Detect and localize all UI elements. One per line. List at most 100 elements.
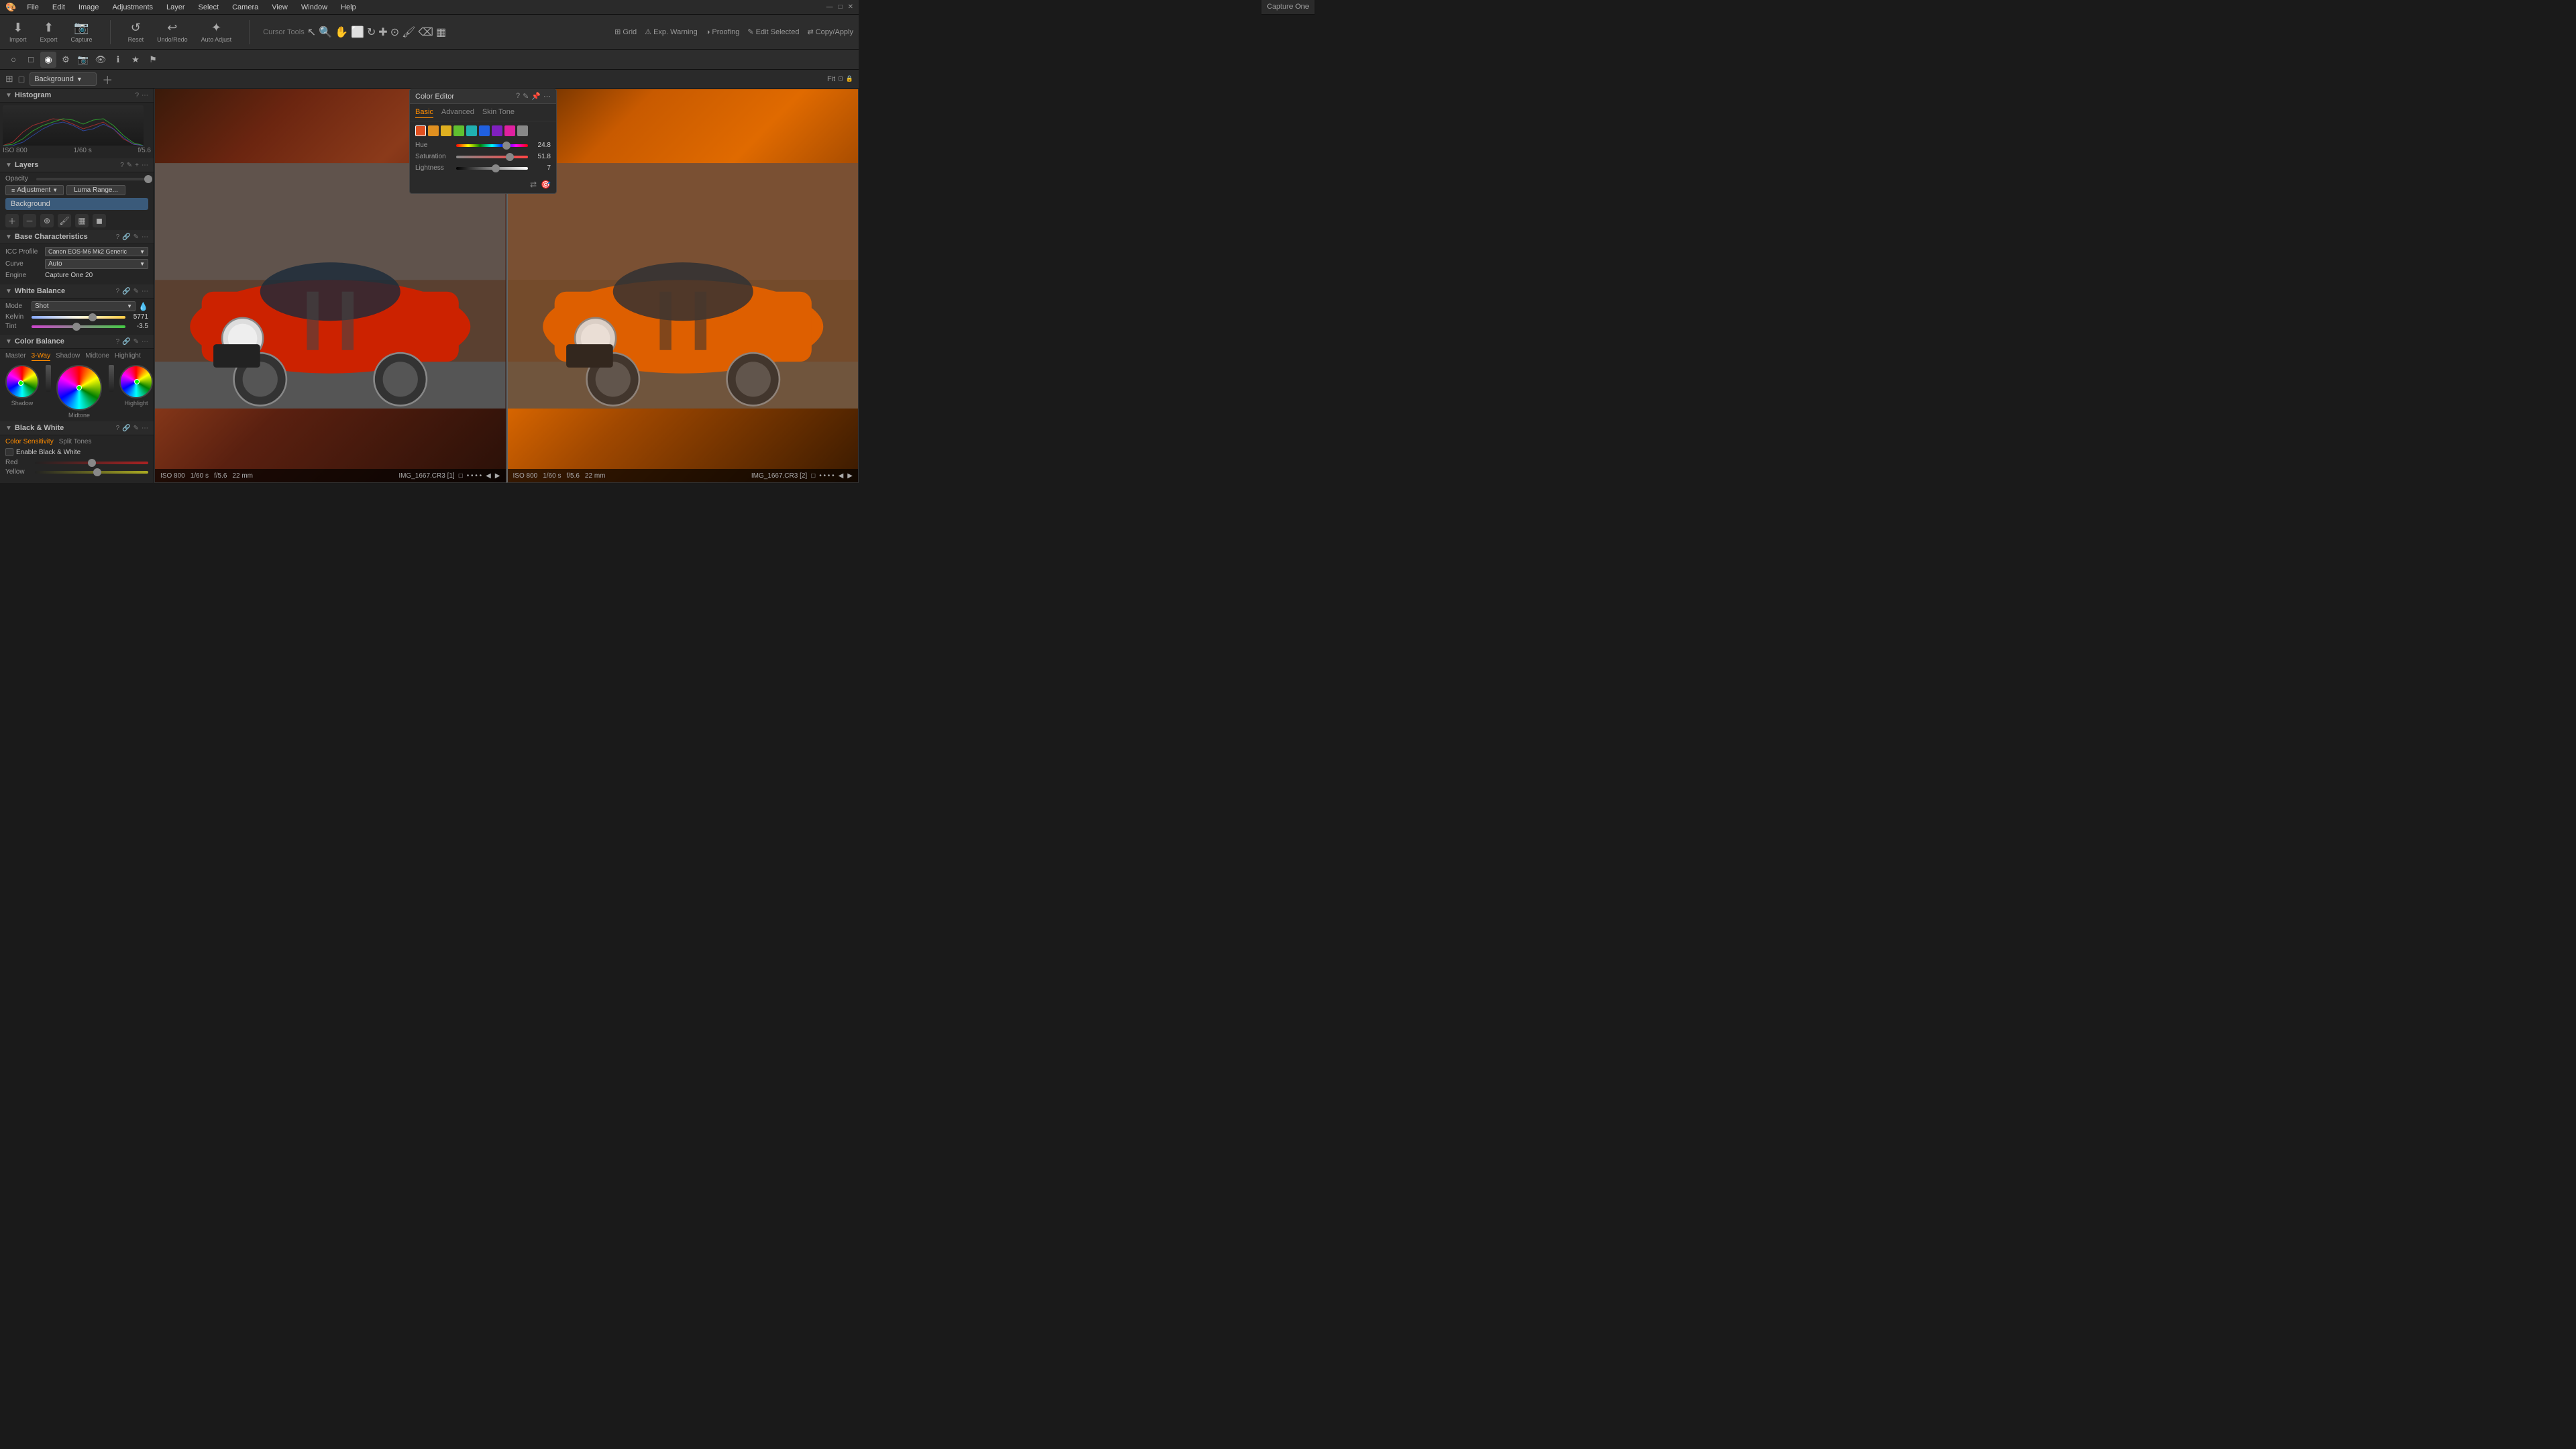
ce-hue-slider[interactable]	[456, 144, 528, 147]
swatch-magenta[interactable]	[504, 125, 515, 136]
cb-help-icon[interactable]: ?	[116, 338, 120, 345]
swatch-purple[interactable]	[492, 125, 502, 136]
color-editor-pencil-icon[interactable]: ✎	[523, 92, 529, 101]
cb-tab-master[interactable]: Master	[5, 352, 26, 361]
menu-file[interactable]: File	[24, 3, 42, 11]
icc-profile-select[interactable]: Canon EOS-M6 Mk2 Generic ▼	[45, 247, 148, 256]
cursor-tool-heal[interactable]: ✚	[378, 25, 387, 39]
wb-edit-icon[interactable]: ✎	[133, 288, 139, 295]
menu-edit[interactable]: Edit	[50, 3, 68, 11]
ce-lightness-thumb[interactable]	[492, 164, 500, 172]
mask-refine-btn[interactable]: ◼	[93, 214, 106, 227]
undo-redo-button[interactable]: ↩ Undo/Redo	[153, 18, 192, 46]
bw-red-thumb[interactable]	[88, 459, 96, 467]
swatch-gray[interactable]	[517, 125, 528, 136]
view-grid-icon[interactable]: ⊞	[5, 73, 13, 85]
bc-section-header[interactable]: ▼ Base Characteristics ? 🔗 ✎ ⋯	[0, 230, 154, 244]
layer-selector[interactable]: Background ▼	[30, 72, 97, 86]
wb-link-icon[interactable]: 🔗	[122, 288, 130, 295]
bw-red-slider[interactable]	[35, 462, 148, 464]
menu-window[interactable]: Window	[299, 3, 330, 11]
cb-menu-icon[interactable]: ⋯	[142, 338, 148, 345]
right-arrow-right[interactable]: ▶	[847, 472, 853, 480]
ce-tab-basic[interactable]: Basic	[415, 107, 433, 118]
menu-help[interactable]: Help	[338, 3, 359, 11]
swatch-blue[interactable]	[479, 125, 490, 136]
bw-section-header[interactable]: ▼ Black & White ? 🔗 ✎ ⋯	[0, 421, 154, 435]
ce-saturation-slider[interactable]	[456, 156, 528, 158]
bw-menu-icon[interactable]: ⋯	[142, 425, 148, 432]
tool-eye[interactable]: 👁	[93, 52, 109, 68]
opacity-slider-thumb[interactable]	[144, 175, 152, 183]
background-layer[interactable]: Background	[5, 198, 148, 210]
wb-kelvin-thumb[interactable]	[89, 313, 97, 321]
ce-saturation-thumb[interactable]	[506, 153, 514, 161]
cb-tab-3way[interactable]: 3-Way	[32, 352, 51, 361]
copy-layer-btn[interactable]: ⊕	[40, 214, 54, 227]
left-arrow-left[interactable]: ◀	[486, 472, 491, 480]
right-checkbox[interactable]: □	[811, 472, 815, 480]
cursor-tool-clone[interactable]: ⊙	[390, 25, 399, 39]
cursor-tool-pointer[interactable]: ↖	[307, 25, 316, 39]
bw-yellow-thumb[interactable]	[93, 468, 101, 476]
left-arrow-right[interactable]: ▶	[495, 472, 500, 480]
tool-active[interactable]: ◉	[40, 52, 56, 68]
menu-adjustments[interactable]: Adjustments	[109, 3, 156, 11]
menu-image[interactable]: Image	[76, 3, 102, 11]
cb-edit-icon[interactable]: ✎	[133, 338, 139, 345]
bw-enable-checkbox[interactable]	[5, 448, 13, 456]
cursor-tool-erase[interactable]: ⌫	[418, 25, 433, 39]
luma-range-button[interactable]: Luma Range...	[66, 185, 125, 195]
wb-tint-thumb[interactable]	[72, 323, 80, 331]
color-editor-header[interactable]: Color Editor ? ✎ 📌 ⋯	[410, 89, 556, 104]
ce-eyedropper-icon[interactable]: 🎯	[541, 180, 551, 189]
proofing-button[interactable]: ◑ Proofing	[706, 28, 740, 36]
histogram-help-icon[interactable]: ?	[135, 92, 139, 99]
edit-selected-button[interactable]: ✎ Edit Selected	[747, 28, 799, 36]
bw-yellow-slider[interactable]	[35, 471, 148, 474]
histogram-section-header[interactable]: ▼ Histogram ? ⋯	[0, 89, 154, 103]
swatch-orange[interactable]	[428, 125, 439, 136]
layers-help-icon[interactable]: ?	[120, 162, 124, 169]
adjustment-button[interactable]: ≡ Adjustment ▼	[5, 185, 64, 195]
right-arrow-left[interactable]: ◀	[839, 472, 844, 480]
menu-view[interactable]: View	[269, 3, 290, 11]
layers-section-header[interactable]: ▼ Layers ? ✎ + ⋯	[0, 158, 154, 172]
bc-help-icon[interactable]: ?	[116, 233, 120, 241]
wb-tint-slider[interactable]	[32, 325, 125, 328]
cb-link-icon[interactable]: 🔗	[122, 338, 130, 345]
histogram-menu-icon[interactable]: ⋯	[142, 92, 148, 99]
cursor-tool-rotate[interactable]: ↻	[367, 25, 376, 39]
ce-tab-skin-tone[interactable]: Skin Tone	[482, 107, 515, 118]
swatch-green[interactable]	[453, 125, 464, 136]
tool-rect[interactable]: □	[23, 52, 39, 68]
tool-flag[interactable]: ⚑	[145, 52, 161, 68]
exp-warning-button[interactable]: ⚠ Exp. Warning	[645, 28, 698, 36]
bw-help-icon[interactable]: ?	[116, 425, 120, 432]
wb-eyedropper[interactable]: 💧	[138, 302, 148, 311]
layers-add-icon[interactable]: +	[135, 162, 139, 169]
cursor-tool-gradient[interactable]: ▦	[436, 25, 446, 39]
bc-menu-icon[interactable]: ⋯	[142, 233, 148, 241]
copy-apply-button[interactable]: ⇄ Copy/Apply	[807, 28, 853, 36]
cb-tab-shadow[interactable]: Shadow	[56, 352, 80, 361]
cb-tab-midtone[interactable]: Midtone	[85, 352, 109, 361]
menu-layer[interactable]: Layer	[164, 3, 188, 11]
bw-link-icon[interactable]: 🔗	[122, 425, 130, 432]
auto-adjust-button[interactable]: ✦ Auto Adjust	[197, 18, 236, 46]
import-button[interactable]: ⬇ Import	[5, 18, 31, 46]
color-editor-menu-icon[interactable]: ⋯	[543, 92, 551, 101]
layers-pencil-icon[interactable]: ✎	[127, 162, 132, 169]
tool-star[interactable]: ★	[127, 52, 144, 68]
cb-tab-highlight[interactable]: Highlight	[115, 352, 141, 361]
color-editor-pin-icon[interactable]: 📌	[531, 92, 541, 101]
curve-select[interactable]: Auto ▼	[45, 259, 148, 269]
cb-section-header[interactable]: ▼ Color Balance ? 🔗 ✎ ⋯	[0, 335, 154, 349]
export-button[interactable]: ⬆ Export	[36, 18, 62, 46]
menu-select[interactable]: Select	[196, 3, 222, 11]
tool-info[interactable]: ℹ	[110, 52, 126, 68]
wb-help-icon[interactable]: ?	[116, 288, 120, 295]
swatch-red[interactable]	[415, 125, 426, 136]
mask-gradient-btn[interactable]: ▦	[75, 214, 89, 227]
layers-menu-icon[interactable]: ⋯	[142, 162, 148, 169]
